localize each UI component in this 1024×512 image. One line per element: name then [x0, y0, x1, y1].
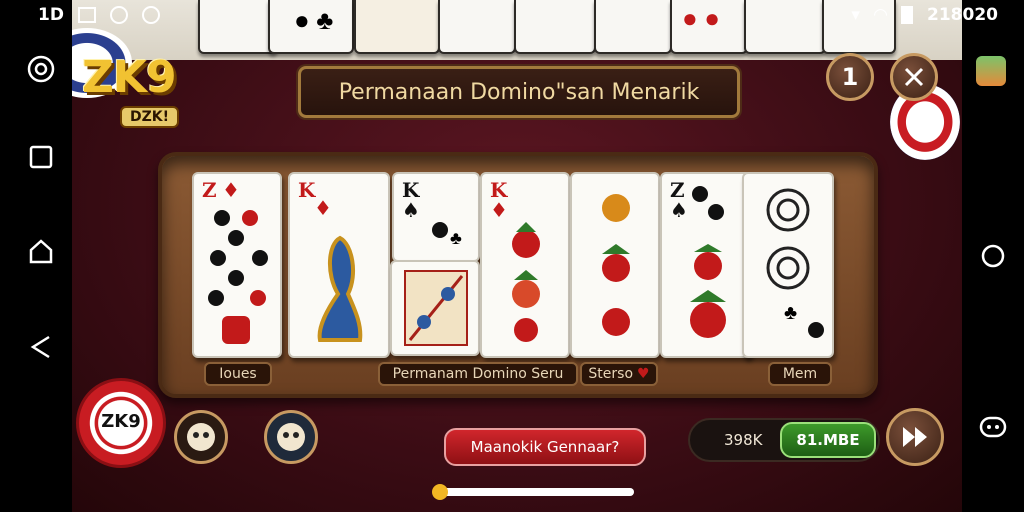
- domino-tile[interactable]: Z ♦: [192, 172, 282, 358]
- game-title: Permanaan Domino"san Menarik: [298, 66, 740, 118]
- signal-icon: ▾: [851, 5, 860, 25]
- domino-tile[interactable]: K ♦: [480, 172, 570, 358]
- wifi-icon: ◠: [873, 5, 888, 25]
- figure-illustration: [317, 235, 363, 342]
- tile-suit: ♦: [314, 196, 332, 220]
- tile-rank: K: [298, 178, 316, 202]
- balance-panel: 398K 81.MBE: [688, 418, 880, 462]
- domino-tile[interactable]: K ♦: [288, 172, 390, 358]
- tile-suit: ♦: [222, 178, 240, 202]
- fruit-art: [602, 194, 630, 336]
- status-bar: 1D ▾ ◠ 218020: [0, 0, 1024, 30]
- action-button[interactable]: Maanokik Gennaar?: [444, 428, 646, 466]
- next-button[interactable]: [886, 408, 944, 466]
- card-art: [404, 270, 468, 346]
- ornament-art: [766, 188, 810, 290]
- shuffle-icon: [904, 67, 924, 87]
- board-label-center[interactable]: Permanam Domino Seru: [378, 362, 578, 386]
- level-button[interactable]: 1: [826, 53, 874, 101]
- domino-board: Z ♦ K ♦ K ♠ ♣ K ♦ Z ♠ ♣ Ioues Permanam D…: [158, 152, 878, 398]
- board-label-text: Sterso: [588, 366, 634, 382]
- camera-icon: [109, 6, 128, 24]
- domino-tile[interactable]: Z ♠: [660, 172, 752, 358]
- board-label-center-right[interactable]: Sterso ♥: [580, 362, 658, 386]
- heart-icon: ♥: [637, 366, 650, 382]
- tile-suit: ♠: [402, 198, 420, 222]
- bet-button[interactable]: 81.MBE: [780, 422, 876, 458]
- progress-knob[interactable]: [432, 484, 448, 500]
- domino-tile[interactable]: ♣: [742, 172, 834, 358]
- shuffle-button[interactable]: [890, 53, 938, 101]
- status-text: 1D: [38, 5, 64, 25]
- progress-track: [432, 484, 634, 500]
- domino-tile[interactable]: [570, 172, 660, 358]
- nav-bar-right: [962, 0, 1024, 512]
- board-label-left[interactable]: Ioues: [204, 362, 272, 386]
- strawberry-art: [690, 244, 726, 338]
- balance-amount: 398K: [724, 431, 763, 449]
- photo-icon: [77, 7, 96, 23]
- tile-rank: Z: [202, 178, 217, 202]
- zk9-chip[interactable]: ZK9: [76, 378, 166, 468]
- progress-fill: [438, 488, 634, 496]
- avatar-player-1[interactable]: [174, 410, 228, 464]
- board-label-right[interactable]: Mem: [768, 362, 832, 386]
- home-icon[interactable]: [24, 234, 58, 268]
- dice-icon: [222, 316, 250, 344]
- avatar-icon: [187, 423, 215, 451]
- logo-text: ZK9: [82, 52, 177, 103]
- game-assistant-icon[interactable]: [978, 412, 1008, 446]
- fast-forward-icon: [903, 427, 927, 447]
- circle-menu-icon[interactable]: [24, 52, 58, 86]
- game-area: ● ♣ ● ● ZK9 DZK! Permanaan Domino"san Me…: [72, 0, 962, 512]
- domino-tile[interactable]: [390, 260, 480, 356]
- logo-subtitle: DZK!: [120, 106, 180, 128]
- domino-tile[interactable]: K ♠ ♣: [392, 172, 480, 262]
- strawberry-art: [512, 222, 540, 342]
- battery-icon: [901, 6, 914, 24]
- home-circle-icon[interactable]: [980, 243, 1006, 273]
- chip-label: ZK9: [101, 411, 141, 432]
- clock: 218020: [927, 5, 998, 25]
- tile-suit: ♠: [670, 198, 688, 222]
- avatar-icon: [277, 423, 305, 451]
- game-logo: ZK9 DZK!: [82, 42, 232, 142]
- avatar-player-2[interactable]: [264, 410, 318, 464]
- location-icon: [141, 6, 160, 24]
- app-icon[interactable]: [976, 56, 1006, 86]
- back-icon[interactable]: [24, 330, 58, 364]
- nav-bar-left: [0, 0, 72, 512]
- recents-icon[interactable]: [24, 140, 58, 174]
